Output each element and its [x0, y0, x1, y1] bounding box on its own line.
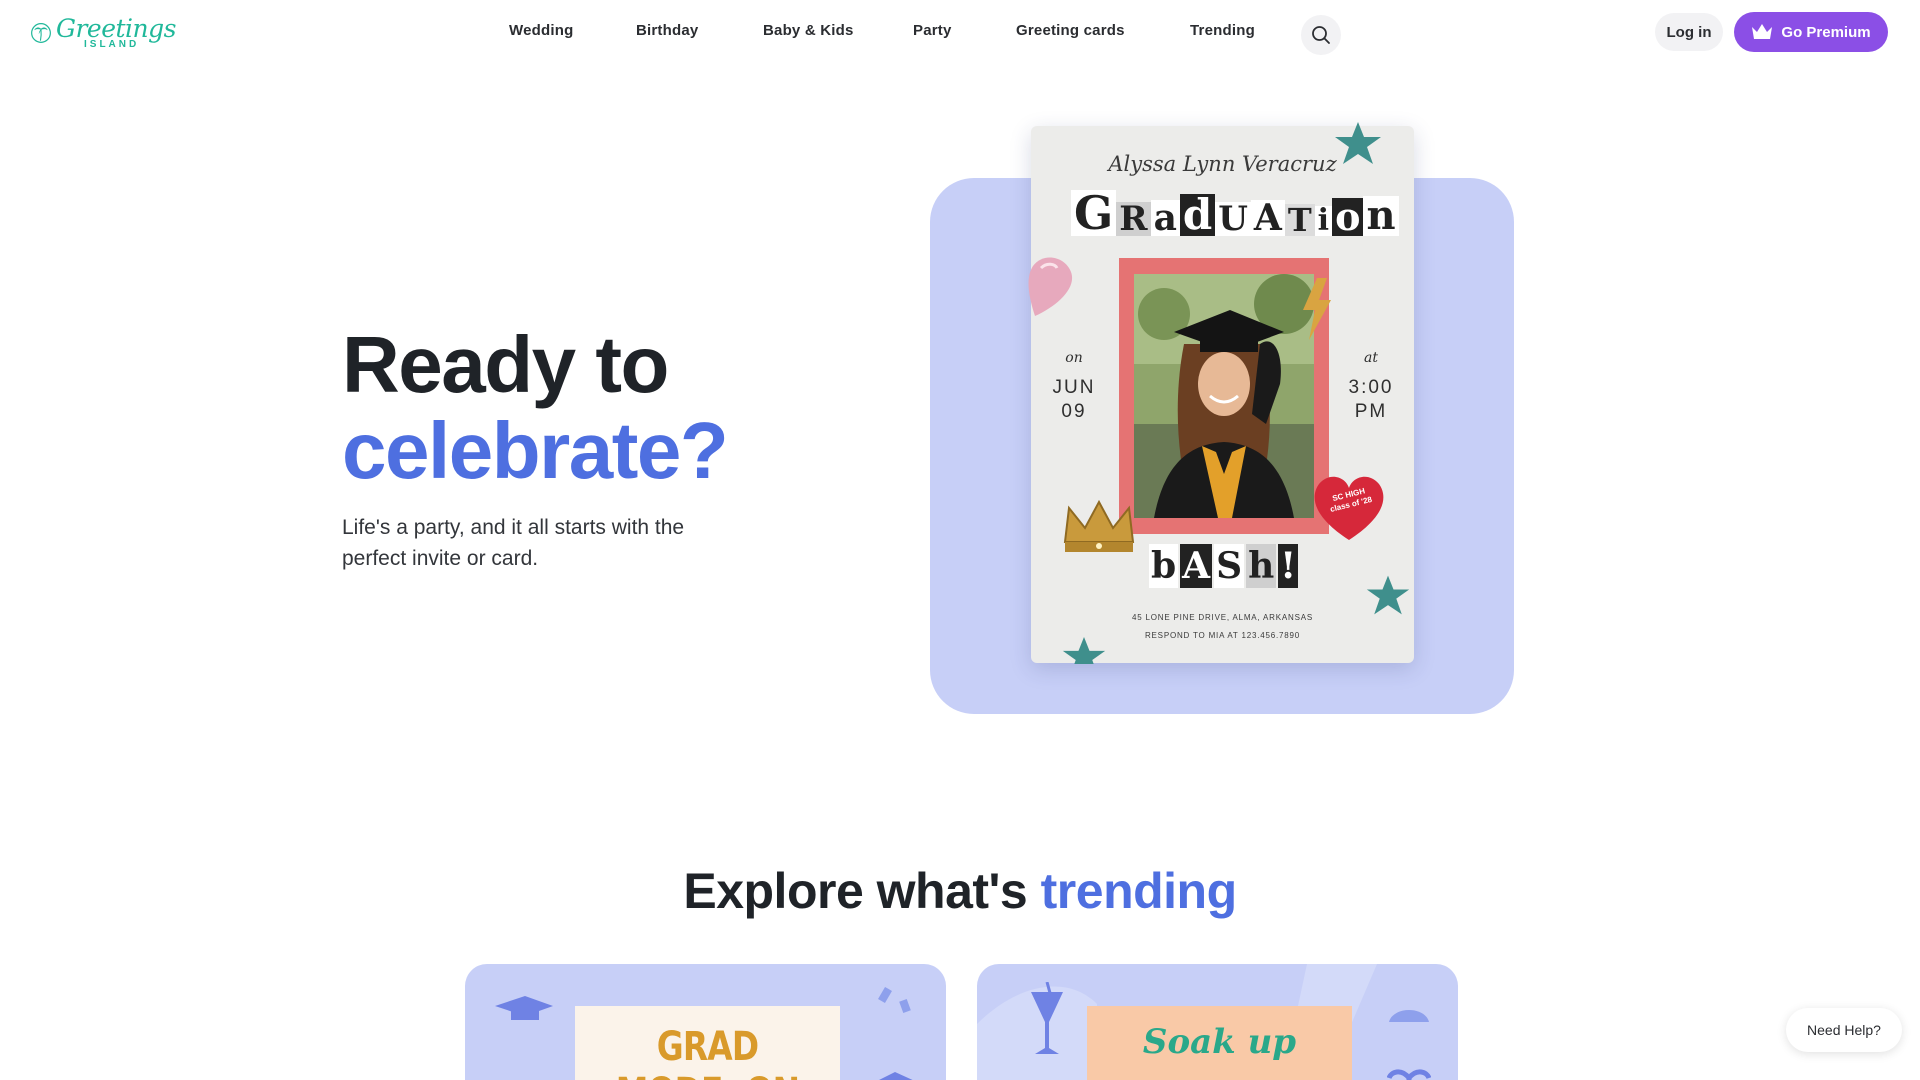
invite-photo-frame — [1119, 258, 1329, 534]
nav-item-party[interactable]: Party — [913, 22, 952, 39]
palm-icon — [1387, 1069, 1431, 1080]
hero-title: Ready to celebrate? — [342, 320, 729, 495]
invite-bash-letter: b — [1149, 544, 1179, 588]
invite-title-letter: G — [1071, 190, 1117, 236]
nav-item-greeting-cards[interactable]: Greeting cards — [1016, 22, 1125, 39]
invite-title-letter: i — [1314, 206, 1333, 236]
trending-card-text: Soak up — [1142, 1022, 1297, 1062]
heart-balloon-badge: SC HIGH class of '28 — [1309, 470, 1389, 544]
trending-card-preview: Soak up — [1087, 1006, 1352, 1080]
invite-title-graduation: G R a d U A T i o n — [1071, 190, 1399, 236]
invite-address-line1: 45 LONE PINE DRIVE, ALMA, ARKANSAS — [1131, 613, 1314, 622]
search-icon — [1312, 26, 1330, 44]
crown-sticker-icon — [1063, 499, 1135, 552]
invite-title-letter: A — [1250, 200, 1285, 236]
hero-title-line2: celebrate? — [342, 406, 729, 495]
trending-card-summer[interactable]: Soak up — [977, 964, 1458, 1080]
invite-title-letter: o — [1332, 198, 1364, 236]
grad-cap-icon — [879, 1072, 913, 1080]
confetti-icon — [878, 986, 911, 1014]
need-help-button[interactable]: Need Help? — [1786, 1008, 1902, 1052]
trending-card-graduation[interactable]: GRAD MODE: ON — [465, 964, 946, 1080]
nav-item-wedding[interactable]: Wedding — [509, 22, 573, 39]
trending-card-text: GRAD MODE: ON — [616, 1024, 800, 1080]
invite-name: Alyssa Lynn Veracruz — [1108, 152, 1337, 176]
invite-title-letter: a — [1150, 200, 1180, 236]
invite-bash-word: b A S h ! — [1149, 544, 1299, 588]
lightning-sticker-icon — [1303, 278, 1331, 340]
cocktail-icon — [1031, 982, 1063, 1054]
invite-date-block: on JUN 09 — [1039, 350, 1109, 424]
logo-wordmark: Greetings ISLAND — [56, 14, 177, 50]
palm-tree-icon — [31, 23, 51, 43]
graduate-photo — [1134, 274, 1314, 518]
invite-time-at: at — [1364, 350, 1378, 366]
nav-item-birthday[interactable]: Birthday — [636, 22, 698, 39]
invite-title-letter: R — [1116, 202, 1151, 236]
hero-title-line1: Ready to — [342, 320, 669, 409]
nav-item-trending[interactable]: Trending — [1190, 22, 1255, 39]
trending-heading-plain: Explore what's — [683, 863, 1028, 919]
featured-invitation-card[interactable]: Alyssa Lynn Veracruz G R a d U A T i o n — [1028, 122, 1414, 664]
invite-date-on: on — [1065, 350, 1083, 366]
invite-address-line2: RESPOND TO MIA AT 123.456.7890 — [1144, 631, 1301, 640]
logo-script-text: Greetings — [56, 14, 177, 43]
invite-time-ampm: PM — [1354, 401, 1388, 422]
invite-address: 45 LONE PINE DRIVE, ALMA, ARKANSAS RESPO… — [1031, 609, 1414, 645]
trending-heading-accent: trending — [1040, 863, 1237, 919]
umbrella-icon — [1389, 1010, 1429, 1022]
go-premium-button[interactable]: Go Premium — [1734, 12, 1888, 52]
invite-title-letter: d — [1179, 194, 1216, 236]
invite-title-letter: n — [1363, 196, 1399, 236]
invite-title-letter: U — [1215, 202, 1251, 236]
invite-date-month: JUN — [1052, 377, 1096, 398]
crown-icon — [1752, 24, 1773, 39]
grad-cap-icon — [495, 996, 553, 1020]
invite-time-hour: 3:00 — [1348, 377, 1394, 398]
invite-time-block: at 3:00 PM — [1336, 350, 1406, 424]
invite-date-day: 09 — [1061, 401, 1087, 422]
logo-sub-text: ISLAND — [84, 39, 140, 50]
invite-bash-letter: A — [1180, 544, 1213, 588]
go-premium-label: Go Premium — [1781, 23, 1871, 41]
logo[interactable]: Greetings ISLAND — [30, 12, 177, 54]
nav-item-baby-kids[interactable]: Baby & Kids — [763, 22, 854, 39]
invite-bash-letter: ! — [1278, 544, 1299, 588]
hero-subtitle: Life's a party, and it all starts with t… — [342, 516, 685, 570]
trending-heading: Explore what's trending — [0, 862, 1920, 920]
invite-title-letter: T — [1284, 204, 1315, 236]
heart-balloon-icon — [1028, 257, 1073, 316]
site-header: Greetings ISLAND Wedding Birthday Baby &… — [0, 0, 1920, 70]
invite-bash-letter: S — [1214, 544, 1245, 588]
invite-bash-letter: h — [1246, 544, 1277, 588]
login-button[interactable]: Log in — [1655, 13, 1723, 51]
search-button[interactable] — [1301, 15, 1341, 55]
trending-card-preview: GRAD MODE: ON — [575, 1006, 840, 1080]
